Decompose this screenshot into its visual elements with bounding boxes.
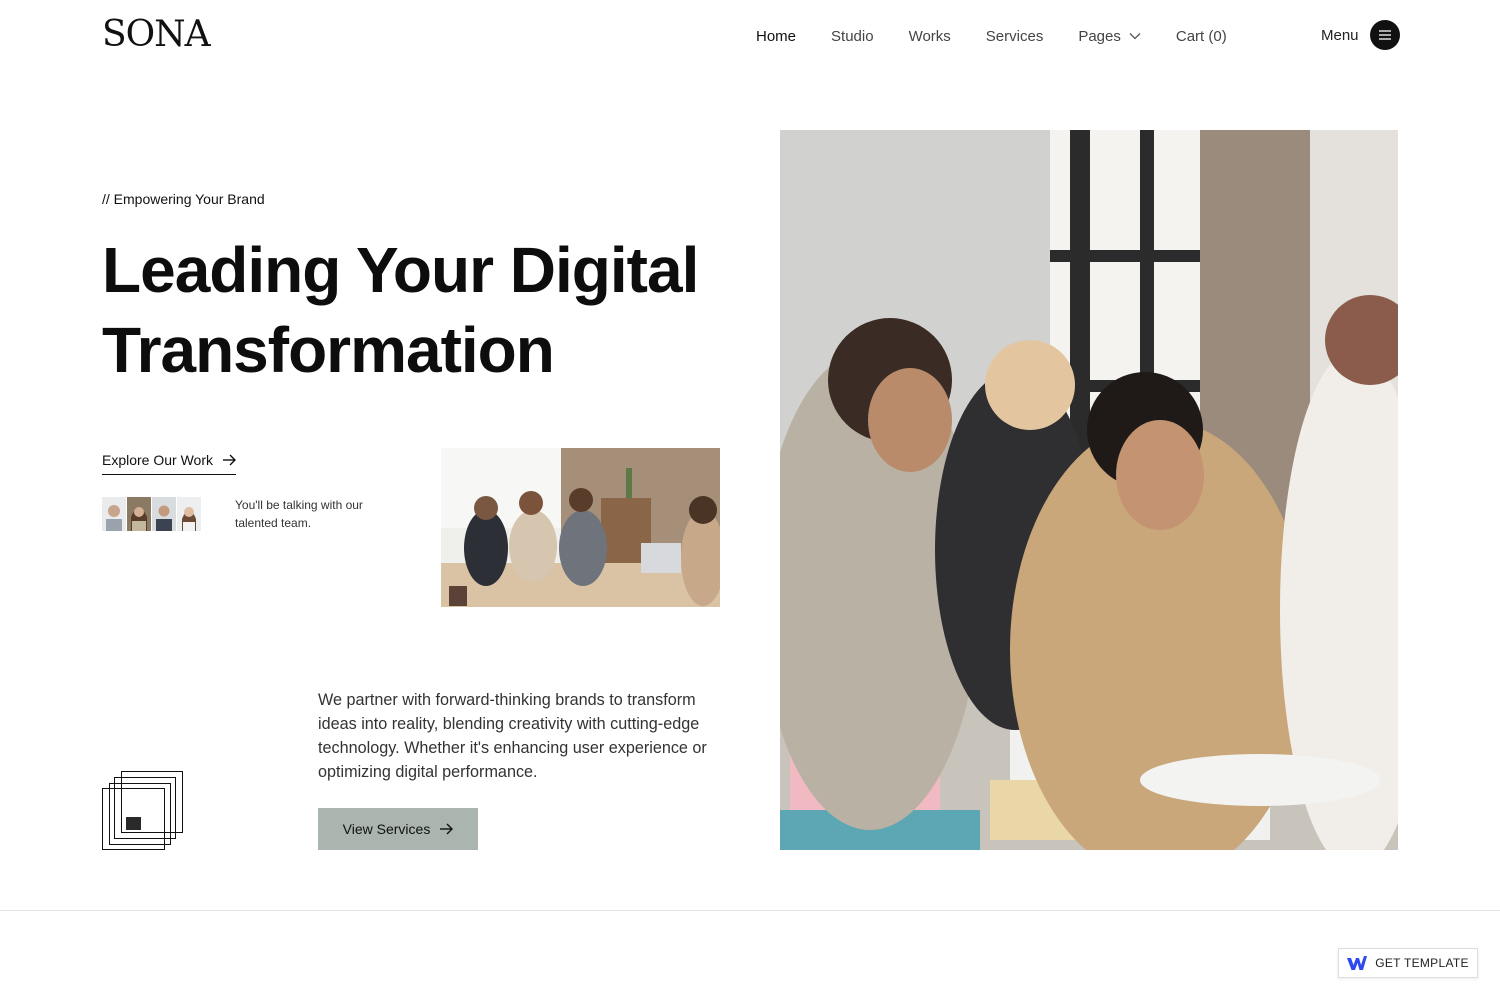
nav-studio[interactable]: Studio — [831, 28, 874, 45]
hamburger-icon — [1378, 30, 1391, 40]
nav-pages-label: Pages — [1078, 27, 1121, 45]
avatar — [152, 497, 176, 531]
team-text: You'll be talking with our talented team… — [235, 498, 363, 530]
view-services-button[interactable]: View Services — [318, 808, 478, 850]
webflow-icon — [1347, 956, 1368, 970]
nav-pages[interactable]: Pages — [1078, 28, 1141, 45]
nav-home[interactable]: Home — [756, 28, 796, 45]
menu-label: Menu — [1321, 26, 1359, 44]
explore-work-link[interactable]: Explore Our Work — [102, 452, 236, 475]
chevron-down-icon — [1129, 33, 1141, 40]
team-avatars — [102, 497, 202, 531]
avatar — [127, 497, 151, 531]
get-template-label: GET TEMPLATE — [1375, 956, 1469, 970]
menu-toggle[interactable]: Menu — [1321, 20, 1400, 50]
view-services-label: View Services — [342, 821, 431, 837]
nav-works[interactable]: Works — [909, 28, 951, 45]
avatar — [177, 497, 201, 531]
main-nav: Home Studio Works Services Pages Cart (0… — [756, 25, 1262, 47]
arrow-right-icon — [440, 823, 454, 835]
team-meeting-photo — [441, 448, 720, 607]
hero-headline: Leading Your Digital Transformation — [102, 234, 699, 386]
section-divider — [0, 910, 1500, 911]
hero-intro-text: We partner with forward-thinking brands … — [318, 691, 707, 781]
nav-services[interactable]: Services — [986, 28, 1044, 45]
explore-work-label: Explore Our Work — [102, 452, 213, 468]
menu-button[interactable] — [1369, 20, 1400, 50]
avatar — [102, 497, 126, 531]
stacked-squares-graphic — [102, 771, 183, 850]
team-collaboration-photo — [780, 130, 1398, 850]
brand-logo[interactable]: SONA — [102, 14, 211, 56]
arrow-right-icon — [223, 454, 236, 466]
get-template-badge[interactable]: GET TEMPLATE — [1338, 948, 1478, 978]
hero-eyebrow: // Empowering Your Brand — [102, 191, 265, 207]
nav-cart[interactable]: Cart (0) — [1176, 28, 1227, 45]
